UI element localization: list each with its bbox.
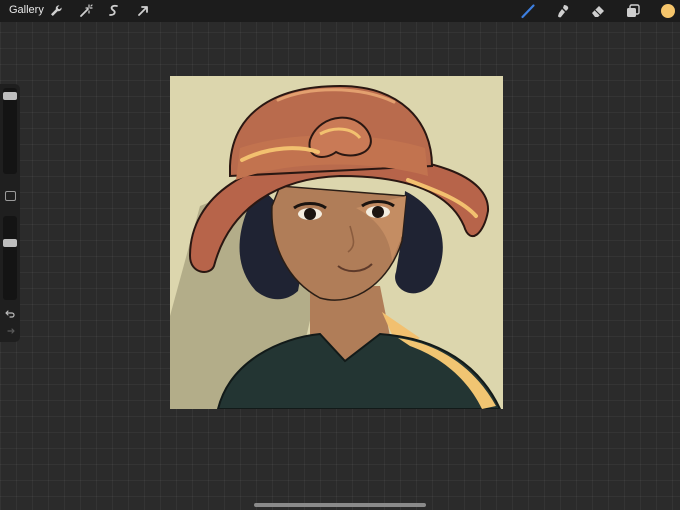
brush-icon[interactable] <box>520 3 536 19</box>
brush-size-thumb[interactable] <box>3 92 17 100</box>
opacity-slider[interactable] <box>3 216 17 300</box>
wrench-icon[interactable] <box>48 3 64 19</box>
undo-icon[interactable] <box>4 307 16 319</box>
drawing-canvas[interactable] <box>170 76 503 409</box>
illustration-portrait <box>170 76 503 409</box>
modify-button[interactable] <box>5 191 16 201</box>
smudge-icon[interactable] <box>555 3 571 19</box>
layers-icon[interactable] <box>625 3 641 19</box>
gallery-button[interactable]: Gallery <box>9 4 44 16</box>
magic-wand-icon[interactable] <box>78 3 94 19</box>
redo-icon[interactable] <box>4 325 16 337</box>
eraser-icon[interactable] <box>590 3 606 19</box>
left-sidebar <box>0 84 20 342</box>
selection-icon[interactable] <box>106 3 122 19</box>
brush-size-slider[interactable] <box>3 88 17 174</box>
opacity-thumb[interactable] <box>3 239 17 247</box>
top-toolbar: Gallery <box>0 0 680 22</box>
color-swatch[interactable] <box>661 4 675 18</box>
home-indicator[interactable] <box>254 503 426 507</box>
transform-arrow-icon[interactable] <box>135 3 151 19</box>
